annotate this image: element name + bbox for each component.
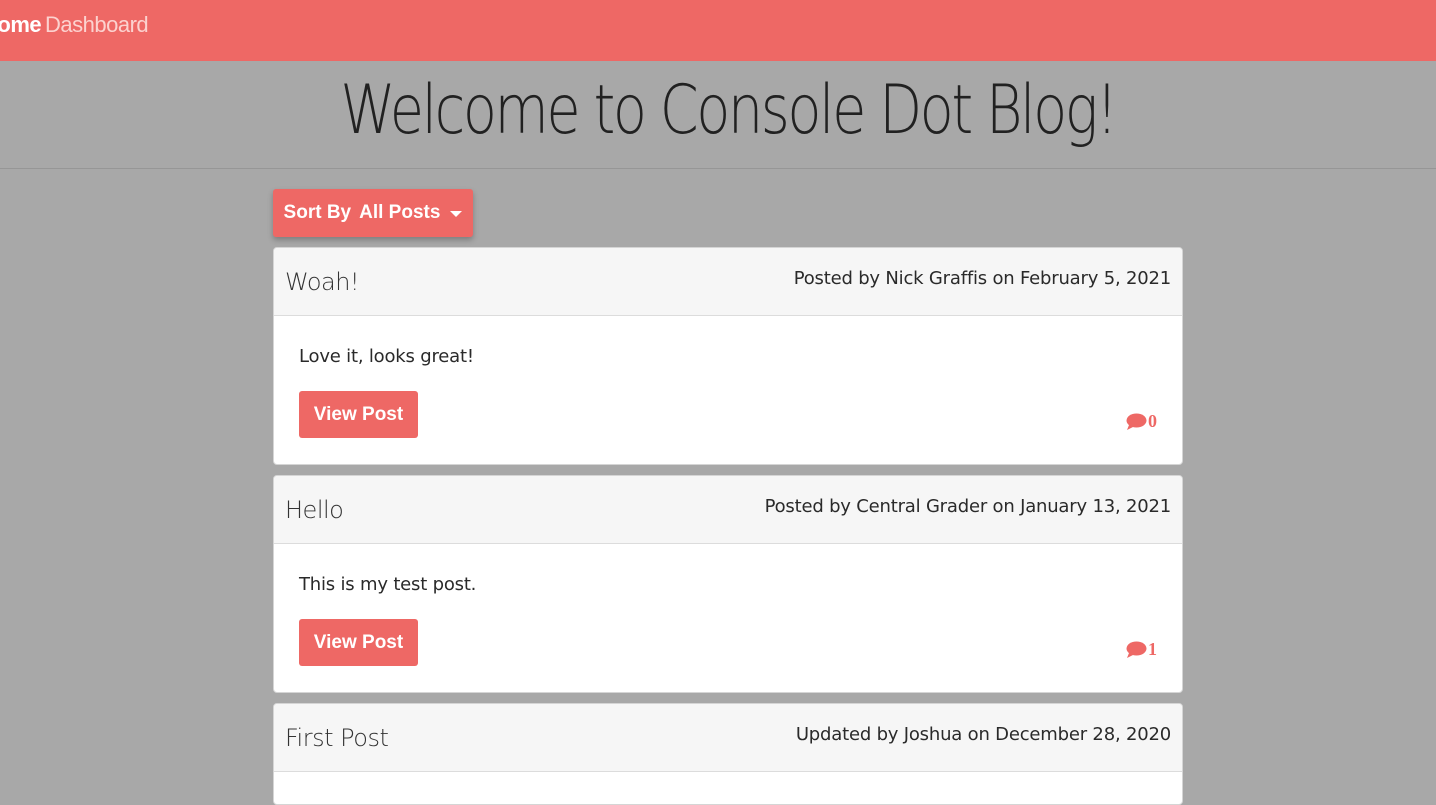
post-card-header: First Post Updated by Joshua on December… <box>274 704 1182 772</box>
sort-label: Sort By <box>283 202 352 223</box>
post-card: First Post Updated by Joshua on December… <box>273 703 1183 805</box>
post-card: Hello Posted by Central Grader on Januar… <box>273 475 1183 693</box>
comment-icon <box>1126 641 1147 658</box>
hero-banner: Welcome to Console Dot Blog! <box>0 61 1436 169</box>
post-meta: Posted by Central Grader on January 13, … <box>764 496 1172 517</box>
nav-dashboard-link[interactable]: Dashboard <box>45 12 149 38</box>
post-title: Hello <box>285 496 344 524</box>
comment-count-link[interactable]: 1 <box>1126 639 1157 660</box>
page-title: Welcome to Console Dot Blog! <box>340 71 1118 150</box>
post-meta: Posted by Nick Graffis on February 5, 20… <box>793 268 1171 289</box>
post-card-body: Love it, looks great! View Post 0 <box>274 316 1182 464</box>
comment-count-link[interactable]: 0 <box>1126 411 1157 432</box>
sort-dropdown-button[interactable]: Sort By All Posts <box>273 189 473 237</box>
post-card-header: Woah! Posted by Nick Graffis on February… <box>274 248 1182 316</box>
post-card-body: This is my test post. View Post 1 <box>274 544 1182 692</box>
post-body: Love it, looks great! <box>299 346 474 367</box>
view-post-button[interactable]: View Post <box>299 619 418 666</box>
post-card: Woah! Posted by Nick Graffis on February… <box>273 247 1183 465</box>
caret-down-icon <box>450 211 463 217</box>
comment-icon <box>1126 413 1147 430</box>
sort-value: All Posts <box>359 202 441 223</box>
post-title: Woah! <box>285 268 360 296</box>
top-navbar: Home Dashboard <box>0 0 1436 61</box>
post-card-header: Hello Posted by Central Grader on Januar… <box>274 476 1182 544</box>
post-title: First Post <box>285 724 389 752</box>
post-meta: Updated by Joshua on December 28, 2020 <box>795 724 1171 745</box>
nav-home-link[interactable]: Home <box>0 12 42 38</box>
view-post-button[interactable]: View Post <box>299 391 418 438</box>
comment-count: 0 <box>1148 411 1157 431</box>
comment-count: 1 <box>1148 639 1157 659</box>
post-body: This is my test post. <box>299 574 477 595</box>
